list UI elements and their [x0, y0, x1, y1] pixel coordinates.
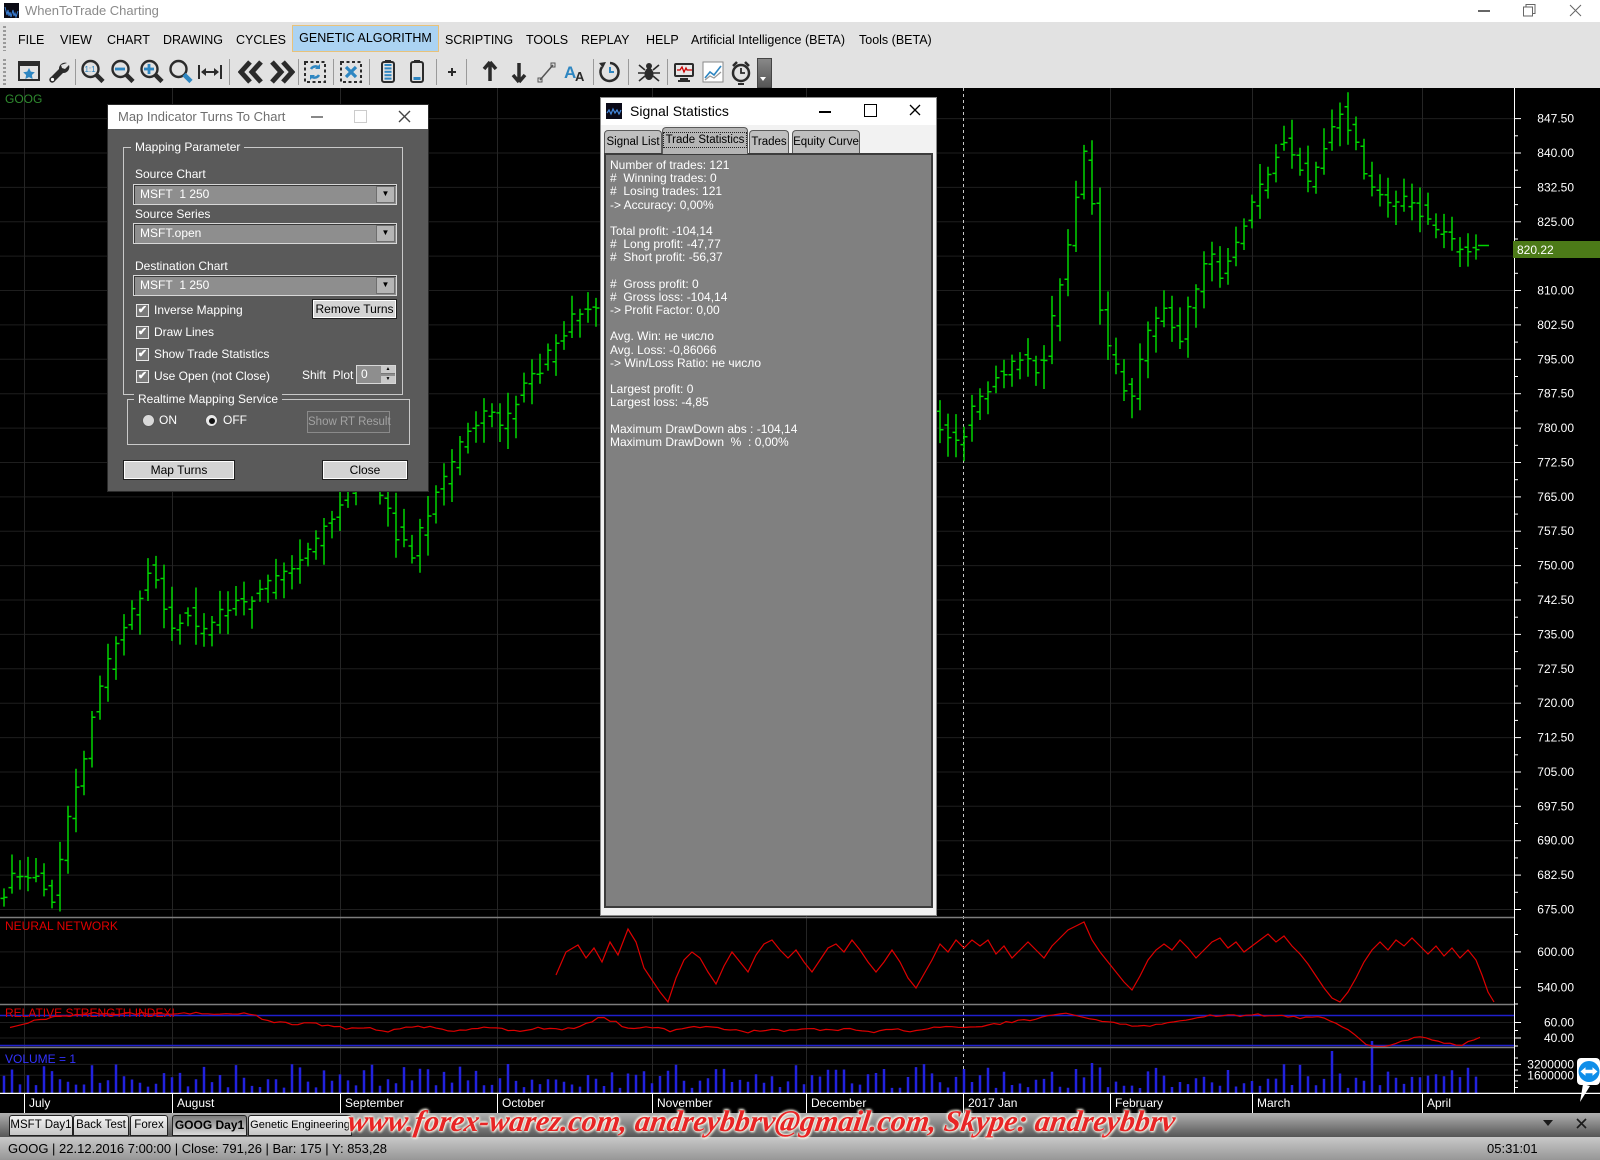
svg-text:802.50: 802.50 [1537, 318, 1574, 332]
svg-text:697.50: 697.50 [1537, 799, 1574, 813]
svg-text:600.00: 600.00 [1537, 945, 1574, 959]
svg-text:750.00: 750.00 [1537, 559, 1574, 573]
svg-text:742.50: 742.50 [1537, 593, 1574, 607]
svg-text:712.50: 712.50 [1537, 731, 1574, 745]
svg-text:40.00: 40.00 [1544, 1031, 1574, 1045]
svg-text:682.50: 682.50 [1537, 868, 1574, 882]
svg-text:735.00: 735.00 [1537, 627, 1574, 641]
svg-text:NEURAL NETWORK: NEURAL NETWORK [5, 919, 118, 933]
svg-text:832.50: 832.50 [1537, 180, 1574, 194]
svg-text:787.50: 787.50 [1537, 387, 1574, 401]
svg-text:690.00: 690.00 [1537, 834, 1574, 848]
svg-text:720.00: 720.00 [1537, 696, 1574, 710]
svg-text:780.00: 780.00 [1537, 421, 1574, 435]
svg-text:772.50: 772.50 [1537, 456, 1574, 470]
svg-text:GOOG: GOOG [5, 92, 42, 106]
svg-text:705.00: 705.00 [1537, 765, 1574, 779]
svg-text:RELATIVE STRENGTH INDEXI: RELATIVE STRENGTH INDEXI [5, 1006, 175, 1020]
svg-text:60.00: 60.00 [1544, 1016, 1574, 1030]
svg-text:VOLUME = 1: VOLUME = 1 [5, 1052, 76, 1066]
svg-text:847.50: 847.50 [1537, 112, 1574, 126]
svg-text:765.00: 765.00 [1537, 490, 1574, 504]
svg-text:810.00: 810.00 [1537, 284, 1574, 298]
svg-text:675.00: 675.00 [1537, 903, 1574, 917]
svg-text:727.50: 727.50 [1537, 662, 1574, 676]
svg-text:540.00: 540.00 [1537, 980, 1574, 994]
svg-text:757.50: 757.50 [1537, 524, 1574, 538]
svg-text:1600000: 1600000 [1527, 1068, 1574, 1082]
svg-text:795.00: 795.00 [1537, 352, 1574, 366]
svg-text:820.22: 820.22 [1517, 243, 1554, 257]
svg-text:825.00: 825.00 [1537, 215, 1574, 229]
svg-text:840.00: 840.00 [1537, 146, 1574, 160]
